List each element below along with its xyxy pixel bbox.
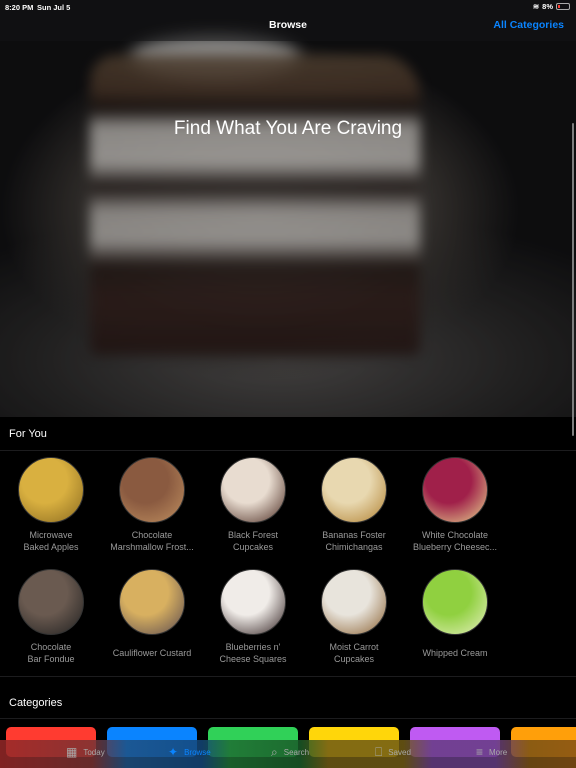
recipe-label: Chocolate Bar Fondue xyxy=(27,642,75,664)
recipe-thumbnail xyxy=(422,457,488,523)
status-date: Sun Jul 5 xyxy=(37,3,71,12)
search-icon: ⌕ xyxy=(271,745,278,759)
recipe-item[interactable]: Black Forest Cupcakes xyxy=(203,457,303,553)
recipe-thumbnail xyxy=(220,457,286,523)
calendar-icon: ▦ xyxy=(66,745,78,759)
recipe-item[interactable]: Blueberries n' Cheese Squares xyxy=(203,569,303,665)
tab-label: Today xyxy=(83,747,105,757)
recipe-thumbnail xyxy=(119,457,185,523)
tab-browse[interactable]: ✦ Browse xyxy=(168,745,211,759)
recipe-label: Moist Carrot Cupcakes xyxy=(329,642,379,664)
recipe-thumbnail xyxy=(220,569,286,635)
categories-heading: Categories xyxy=(9,697,63,709)
recipe-thumbnail xyxy=(119,569,185,635)
bookmark-icon: ⎕ xyxy=(375,745,383,759)
page-title: Browse xyxy=(269,19,307,31)
recipe-label: White Chocolate Blueberry Cheesec... xyxy=(412,530,498,552)
tab-more[interactable]: ≡ More xyxy=(476,745,507,759)
recipe-item[interactable]: Bananas Foster Chimichangas xyxy=(304,457,404,553)
tab-label: Search xyxy=(283,748,310,757)
recipe-label: Bananas Foster Chimichangas xyxy=(322,530,386,552)
tab-search[interactable]: ⌕ Search xyxy=(271,745,309,760)
tab-label: Saved xyxy=(388,748,411,757)
menu-icon: ≡ xyxy=(476,745,484,759)
recipe-label: Chocolate Marshmallow Frost... xyxy=(110,530,194,552)
tab-label: More xyxy=(489,747,508,757)
recipe-item[interactable]: Moist Carrot Cupcakes xyxy=(304,569,404,665)
sparkles-icon: ✦ xyxy=(168,745,179,759)
recipe-label: Cauliflower Custard xyxy=(112,648,192,658)
recipe-item[interactable]: Cauliflower Custard xyxy=(102,569,202,660)
tab-today[interactable]: ▦ Today xyxy=(66,745,105,759)
recipe-thumbnail xyxy=(321,569,387,635)
recipe-item[interactable]: Whipped Cream xyxy=(405,569,505,660)
recipe-label: Whipped Cream xyxy=(422,648,488,658)
recipe-thumbnail xyxy=(18,457,84,523)
recipe-thumbnail xyxy=(422,569,488,635)
tab-label: Browse xyxy=(184,747,211,757)
hero-title: Find What You Are Craving xyxy=(173,118,403,139)
recipe-thumbnail xyxy=(18,569,84,635)
divider xyxy=(0,676,576,677)
status-time: 8:20 PM xyxy=(5,3,34,12)
recipe-thumbnail xyxy=(321,457,387,523)
recipe-label: Blueberries n' Cheese Squares xyxy=(219,642,287,664)
all-categories-button[interactable]: All Categories xyxy=(493,19,564,31)
for-you-heading: For You xyxy=(9,428,47,440)
hero-banner[interactable] xyxy=(0,0,576,417)
wifi-icon: ≋ xyxy=(532,2,540,11)
battery-percent: 8% xyxy=(542,2,553,11)
divider xyxy=(0,450,576,451)
recipe-item[interactable]: White Chocolate Blueberry Cheesec... xyxy=(405,457,505,553)
recipe-label: Microwave Baked Apples xyxy=(23,530,79,552)
tab-saved[interactable]: ⎕ Saved xyxy=(375,745,411,760)
status-bar: 8:20 PM Sun Jul 5 ≋ 8% xyxy=(0,0,576,14)
recipe-label: Black Forest Cupcakes xyxy=(227,530,278,552)
battery-low-icon xyxy=(556,3,570,10)
divider xyxy=(0,718,576,719)
recipe-item[interactable]: Chocolate Marshmallow Frost... xyxy=(102,457,202,553)
recipe-item[interactable]: Microwave Baked Apples xyxy=(1,457,101,553)
scrollbar[interactable] xyxy=(572,123,574,436)
recipe-item[interactable]: Chocolate Bar Fondue xyxy=(1,569,101,665)
